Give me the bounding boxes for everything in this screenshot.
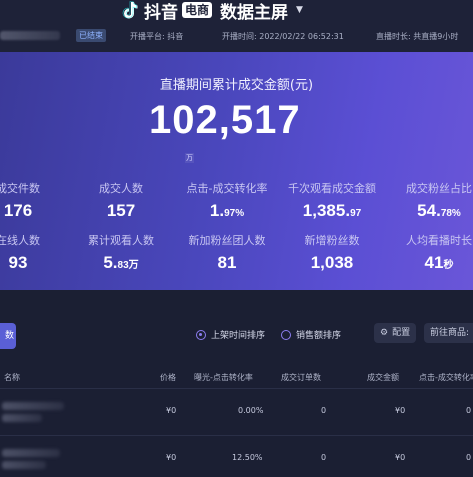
cell-amount: ¥0 [395,453,406,462]
column-header: 成交金额 [367,373,399,382]
goto-products-button[interactable]: 前往商品: [424,323,473,343]
brand: 抖音 电商 数据主屏 ▼ [120,0,303,23]
cell-price: ¥0 [166,406,177,415]
settings-icon: ⚙ [380,328,389,338]
stat-items-sold: 成交件数 176 [0,180,66,221]
duration-text: 直播时长: 共直播9小时 [376,32,459,41]
stat-label: 成交粉丝占比 [406,182,472,195]
stat-label: 成交件数 [0,182,40,195]
stat-new-followers: 新增粉丝数 1,038 [284,232,380,273]
product-panel: 数 上架时间排序 销售额排序 ⚙ 配置 前往商品: 名称 价格 曝光-点击转化率… [0,290,473,477]
stat-fan-ratio: 成交粉丝占比 54.78% [391,180,473,221]
radio-icon[interactable] [281,329,291,340]
product-name-redacted [2,461,46,469]
stat-label: 点击-成交转化率 [186,182,268,195]
start-time-text: 开播时间: 2022/02/22 06:52:31 [222,32,344,41]
stat-value: 1,038 [310,253,354,272]
radio-icon[interactable] [196,329,206,340]
cell-ctr: 0.00% [238,406,264,415]
table-row[interactable]: ¥0 12.50% 0 ¥0 0 [0,436,473,477]
stat-label: 累计观看人数 [88,234,154,247]
brand-name: 抖音 [144,2,178,23]
stat-value: 93 [8,253,28,272]
stat-gpm: 千次观看成交金额 1,385.97 [284,180,380,221]
stat-label: 成交人数 [99,182,143,195]
cell-ctr: 12.50% [232,453,263,462]
total-sales-unit: 万 [185,153,194,163]
stat-value: 1,385.97 [302,201,362,220]
radio-label: 销售额排序 [296,331,342,341]
sort-by-sales[interactable]: 销售额排序 [281,328,341,341]
stat-click-conversion: 点击-成交转化率 1.97% [179,180,275,221]
cell-conversion: 0 [466,453,472,462]
hero-title: 直播期间累计成交金额(元) [159,78,314,93]
column-header: 成交订单数 [281,373,321,382]
anchor-name-redacted [0,31,60,40]
cell-orders: 0 [321,453,327,462]
product-name-redacted [2,449,60,457]
column-header: 名称 [4,373,20,382]
page-title: 数据主屏 [220,2,289,23]
stat-label: 在线人数 [0,234,40,247]
table-header: 名称 价格 曝光-点击转化率 成交订单数 成交金额 点击-成交转化率 [0,366,473,388]
stat-value: 176 [3,201,33,220]
goto-label: 前往商品: [430,328,470,338]
config-label: 配置 [392,328,411,338]
stat-value: 54.78% [417,201,461,220]
stat-value: 5.83万 [103,253,139,272]
stat-avg-watch-time: 人均看播时长 41秒 [391,232,473,273]
brand-badge: 电商 [182,2,213,18]
tiktok-icon [122,1,138,19]
total-sales-value: 102,517 [149,98,301,142]
platform-text: 开播平台: 抖音 [130,32,184,41]
panel-tab[interactable]: 数 [0,323,16,349]
column-header: 点击-成交转化率 [419,373,473,382]
stat-value: 1.97% [209,201,245,220]
hero-panel: 直播期间累计成交金额(元) 102,517 万 成交件数 176 成交人数 15… [0,52,473,290]
cell-conversion: 0 [466,406,472,415]
stat-label: 千次观看成交金额 [288,182,376,195]
stat-online-users: 在线人数 93 [0,232,66,273]
stat-label: 新加粉丝团人数 [188,234,266,247]
table-row[interactable]: ¥0 0.00% 0 ¥0 0 [0,389,473,435]
stat-value: 157 [106,201,136,220]
column-header: 曝光-点击转化率 [194,373,253,382]
product-name-redacted [2,414,42,422]
status-badge: 已结束 [76,29,106,42]
stat-value: 41秒 [424,253,454,272]
stat-label: 新增粉丝数 [304,234,360,247]
cell-amount: ¥0 [395,406,406,415]
stat-buyers: 成交人数 157 [73,180,169,221]
cell-price: ¥0 [166,453,177,462]
stat-label: 人均看播时长 [406,234,472,247]
sort-by-listing-time[interactable]: 上架时间排序 [196,328,265,341]
stat-value: 81 [217,253,237,272]
stat-total-viewers: 累计观看人数 5.83万 [73,232,169,273]
product-name-redacted [2,402,64,410]
stat-new-fan-club: 新加粉丝团人数 81 [179,232,275,273]
chevron-down-icon[interactable]: ▼ [296,5,303,15]
top-bar: 抖音 电商 数据主屏 ▼ 已结束 开播平台: 抖音 开播时间: 2022/02/… [0,0,473,52]
cell-orders: 0 [321,406,327,415]
column-header: 价格 [160,373,176,382]
radio-label: 上架时间排序 [211,331,266,341]
config-button[interactable]: ⚙ 配置 [374,323,417,343]
